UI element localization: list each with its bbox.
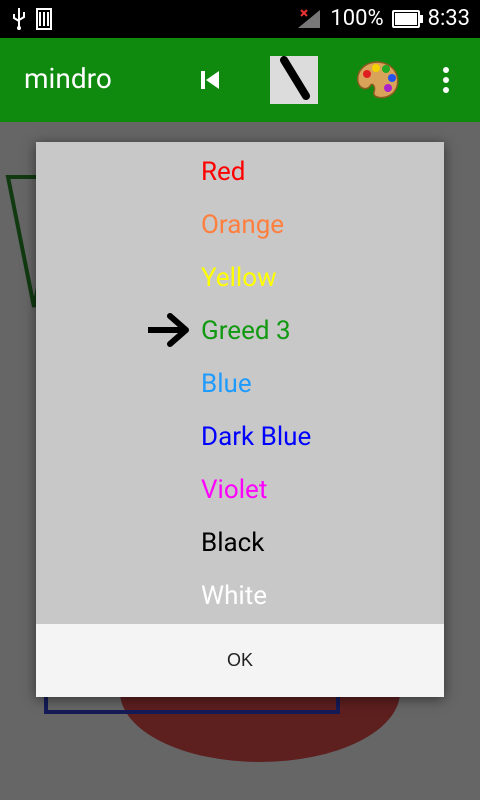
color-item-orange[interactable]: Orange — [36, 198, 444, 251]
overflow-menu-icon[interactable] — [424, 56, 468, 104]
color-item-red[interactable]: Red — [36, 145, 444, 198]
color-picker-dialog: Red Orange Yellow Greed 3 Blue Dark Blue… — [36, 142, 444, 697]
color-item-violet[interactable]: Violet — [36, 463, 444, 516]
arrow-right-icon — [146, 312, 192, 352]
usb-icon — [13, 8, 25, 30]
clock: 8:33 — [427, 6, 470, 31]
palette-icon[interactable] — [354, 56, 402, 104]
color-item-yellow[interactable]: Yellow — [36, 251, 444, 304]
ok-button[interactable]: OK — [207, 640, 273, 681]
color-item-label: Violet — [201, 474, 268, 505]
color-item-green[interactable]: Greed 3 — [36, 304, 444, 357]
battery-icon — [391, 9, 423, 28]
dialog-actions: OK — [36, 624, 444, 697]
color-item-blue[interactable]: Blue — [36, 357, 444, 410]
skip-previous-icon[interactable] — [186, 56, 234, 104]
color-item-label: Orange — [201, 209, 285, 240]
color-item-label: White — [201, 580, 268, 611]
color-list: Red Orange Yellow Greed 3 Blue Dark Blue… — [36, 142, 444, 624]
color-item-label: Dark Blue — [201, 421, 312, 452]
battery-percent: 100% — [330, 6, 384, 31]
color-item-label: Red — [201, 156, 246, 187]
app-title: mindro — [24, 62, 112, 95]
status-left — [12, 8, 52, 30]
app-bar: mindro — [0, 38, 480, 122]
signal-icon — [298, 8, 321, 28]
status-bar: 100% 8:33 — [0, 0, 480, 38]
color-item-label: Yellow — [201, 262, 277, 293]
color-item-dark-blue[interactable]: Dark Blue — [36, 410, 444, 463]
status-right: 100% 8:33 — [296, 6, 470, 31]
color-item-black[interactable]: Black — [36, 516, 444, 569]
color-item-label: Black — [201, 527, 265, 558]
color-item-label: Blue — [201, 368, 252, 399]
storage-icon — [36, 8, 52, 30]
brush-preview[interactable] — [270, 56, 318, 104]
color-item-label: Greed 3 — [201, 315, 291, 346]
color-item-white[interactable]: White — [36, 569, 444, 622]
